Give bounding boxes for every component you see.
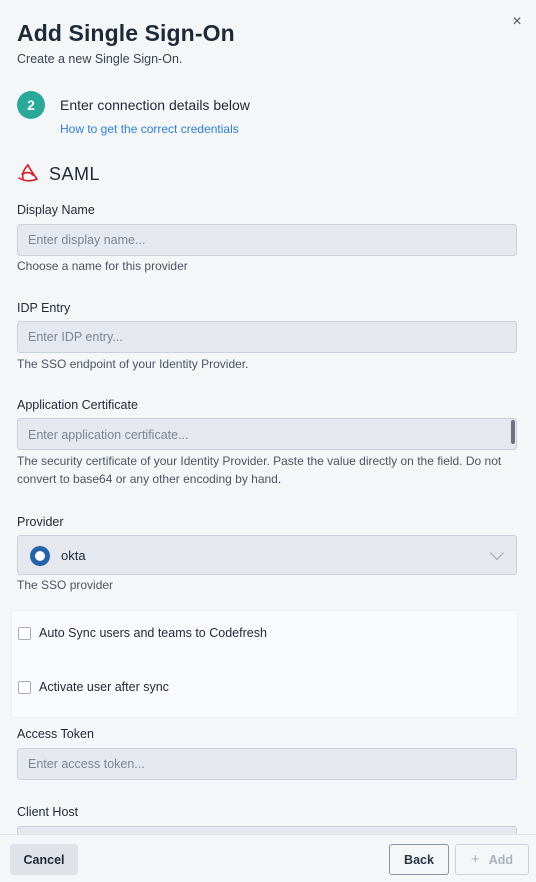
add-button-label: Add <box>488 852 514 867</box>
application-certificate-label: Application Certificate <box>17 398 138 412</box>
credentials-help-link[interactable]: How to get the correct credentials <box>60 122 239 136</box>
back-button[interactable]: Back <box>389 844 449 875</box>
idp-entry-hint: The SSO endpoint of your Identity Provid… <box>17 357 249 371</box>
access-token-input[interactable] <box>17 748 517 780</box>
auto-sync-checkbox[interactable] <box>18 626 31 640</box>
step-number-badge: 2 <box>17 91 45 119</box>
sync-options-panel: Auto Sync users and teams to Codefresh A… <box>11 610 518 718</box>
provider-selected-value: okta <box>61 548 86 563</box>
plus-icon: + <box>470 851 480 868</box>
activate-user-label: Activate user after sync <box>39 680 169 694</box>
display-name-input[interactable] <box>17 224 517 256</box>
display-name-hint: Choose a name for this provider <box>17 259 188 273</box>
activate-user-checkbox[interactable] <box>18 680 31 694</box>
application-certificate-textarea[interactable] <box>17 418 517 450</box>
display-name-label: Display Name <box>17 203 95 217</box>
dialog-subtitle: Create a new Single Sign-On. <box>17 52 183 66</box>
dialog-title: Add Single Sign-On <box>17 20 235 46</box>
add-sso-dialog: × Add Single Sign-On Create a new Single… <box>0 0 536 882</box>
add-button[interactable]: + Add <box>455 844 529 875</box>
provider-select[interactable]: okta <box>17 535 517 575</box>
auto-sync-label: Auto Sync users and teams to Codefresh <box>39 626 267 640</box>
client-host-label: Client Host <box>17 805 79 819</box>
dialog-footer: Cancel Back + Add <box>0 834 536 882</box>
textarea-resize-handle[interactable] <box>511 420 515 444</box>
close-icon[interactable]: × <box>508 13 526 31</box>
auto-sync-option[interactable]: Auto Sync users and teams to Codefresh <box>18 624 267 642</box>
provider-hint: The SSO provider <box>17 578 114 592</box>
saml-icon <box>18 164 38 182</box>
okta-icon <box>30 546 50 566</box>
provider-type-label: SAML <box>49 164 101 184</box>
cancel-button[interactable]: Cancel <box>10 844 78 875</box>
activate-user-option[interactable]: Activate user after sync <box>18 678 169 696</box>
access-token-label: Access Token <box>17 727 94 741</box>
idp-entry-input[interactable] <box>17 321 517 353</box>
step-title: Enter connection details below <box>60 97 250 113</box>
chevron-down-icon <box>489 545 505 561</box>
provider-label: Provider <box>17 515 64 529</box>
idp-entry-label: IDP Entry <box>17 301 71 315</box>
application-certificate-hint: The security certificate of your Identit… <box>17 454 502 486</box>
